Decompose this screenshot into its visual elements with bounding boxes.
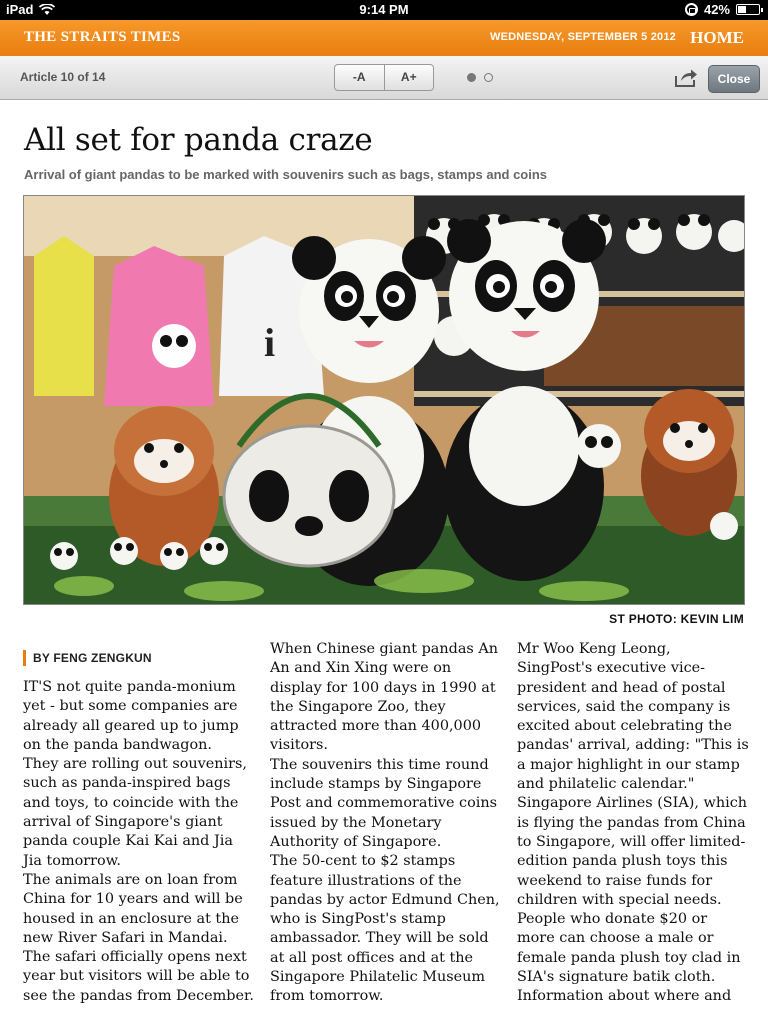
- article-count: Article 10 of 14: [20, 70, 106, 84]
- article-column-2: When Chinese giant pandas An An and Xin …: [270, 640, 502, 1007]
- panda-souvenirs-image: i: [24, 196, 744, 604]
- font-decrease-button[interactable]: -A: [335, 65, 384, 90]
- article-headline: All set for panda craze: [24, 122, 373, 158]
- photo-credit: ST PHOTO: KEVIN LIM: [609, 612, 744, 626]
- article-photo: i: [23, 195, 745, 605]
- paragraph: When Chinese giant pandas An An and Xin …: [270, 641, 499, 754]
- font-increase-button[interactable]: A+: [383, 65, 434, 90]
- home-link[interactable]: HOME: [690, 28, 744, 48]
- share-icon[interactable]: [674, 68, 698, 88]
- publication-logo: THE STRAITS TIMES: [24, 29, 181, 45]
- article-column-3: Mr Woo Keng Leong, SingPost's executive …: [517, 640, 749, 1007]
- clock: 9:14 PM: [359, 2, 409, 17]
- byline: BY FENG ZENGKUN: [23, 650, 255, 666]
- page-dot-1[interactable]: [467, 73, 476, 82]
- close-button[interactable]: Close: [708, 65, 760, 93]
- status-bar: iPad 9:14 PM 42%: [0, 0, 768, 20]
- battery-icon: [736, 4, 763, 15]
- paragraph: The 50-cent to $2 stamps feature illustr…: [270, 853, 500, 1005]
- rotation-lock-icon: [684, 3, 698, 16]
- battery-percent: 42%: [703, 2, 730, 17]
- paragraph: IT'S not quite panda-monium yet - but so…: [23, 679, 239, 753]
- paragraph: Mr Woo Keng Leong, SingPost's executive …: [517, 641, 749, 793]
- paragraph: The souvenirs this time round include st…: [270, 756, 498, 850]
- paragraph: Information about where and: [517, 988, 732, 1005]
- paragraph: They are rolling out souvenirs, such as …: [23, 756, 248, 869]
- font-size-control: -A A+: [334, 64, 434, 91]
- page-dot-2[interactable]: [484, 73, 493, 82]
- article-column-1: BY FENG ZENGKUN IT'S not quite panda-mon…: [23, 640, 255, 1006]
- paragraph: People who donate $20 or more can choose…: [517, 911, 741, 986]
- masthead: THE STRAITS TIMES WEDNESDAY, SEPTEMBER 5…: [0, 20, 768, 56]
- paragraph: The animals are on loan from China for 1…: [23, 871, 254, 1004]
- article-toolbar: Article 10 of 14 -A A+ Close: [0, 56, 768, 100]
- paragraph: Singapore Airlines (SIA), which is flyin…: [517, 795, 748, 908]
- page-indicator[interactable]: [467, 73, 493, 82]
- issue-date: WEDNESDAY, SEPTEMBER 5 2012: [490, 31, 676, 43]
- svg-text:i: i: [264, 320, 275, 365]
- article-standfirst: Arrival of giant pandas to be marked wit…: [24, 167, 548, 182]
